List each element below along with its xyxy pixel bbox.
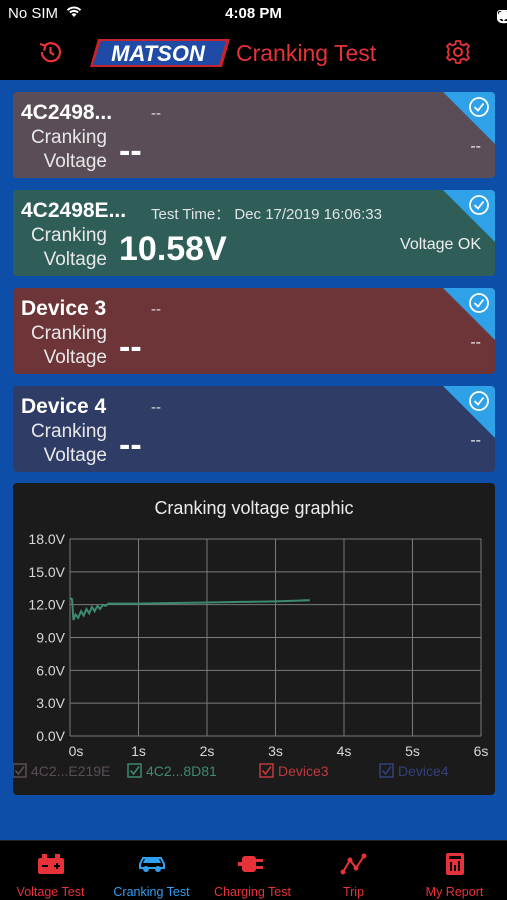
tab-label: Voltage Test <box>16 885 85 899</box>
y-tick-label: 3.0V <box>36 695 65 711</box>
x-tick-label: 2s <box>200 743 215 759</box>
tab-label: My Report <box>425 885 484 899</box>
check-icon[interactable] <box>443 190 495 242</box>
tab-charging-test[interactable]: Charging Test <box>202 841 303 900</box>
nav-bar: MATSON Cranking Test <box>0 28 507 78</box>
check-icon[interactable] <box>443 288 495 340</box>
check-icon <box>381 766 392 776</box>
legend-item[interactable]: 4C2...E219E <box>13 763 110 779</box>
legend-label: 4C2...8D81 <box>146 763 217 779</box>
y-tick-label: 12.0V <box>28 597 65 613</box>
status-bar: No SIM 4:08 PM 61% <box>0 0 507 28</box>
legend-label: Device4 <box>398 763 449 779</box>
battery-icon <box>38 854 64 874</box>
device-name: 4C2498... <box>21 101 113 124</box>
y-tick-label: 0.0V <box>36 728 65 744</box>
legend-checkbox[interactable] <box>259 763 274 778</box>
voltage-value: 10.58V <box>119 230 227 268</box>
x-tick-label: 6s <box>474 743 489 759</box>
plug-icon <box>238 856 263 872</box>
x-tick-label: 3s <box>268 743 283 759</box>
check-icon[interactable] <box>443 92 495 144</box>
gear-icon[interactable] <box>444 38 472 66</box>
page-title: Cranking Test <box>236 40 377 66</box>
battery-icon <box>497 10 507 22</box>
legend-label: Device3 <box>278 763 329 779</box>
tab-bar: Voltage Test Cranking Test Charging Test… <box>0 840 507 900</box>
check-icon <box>261 766 272 776</box>
tab-my-report[interactable]: My Report <box>404 841 505 900</box>
history-icon[interactable] <box>36 38 64 66</box>
cranking-voltage-label: Cranking Voltage <box>30 323 107 368</box>
legend-item[interactable]: Device4 <box>379 763 449 779</box>
device-card-2[interactable]: 4C2498E... Test Time： Dec 17/2019 16:06:… <box>13 190 495 276</box>
test-time: Test Time： Dec 17/2019 16:06:33 <box>151 206 382 223</box>
cranking-chart: 0.0V 3.0V 6.0V 9.0V 12.0V 15.0V 18.0V 0s 1s 2s 3s 4… <box>13 531 489 779</box>
tab-cranking-test[interactable]: Cranking Test <box>101 841 202 900</box>
cranking-graph-panel: Cranking voltage graphic 0.0V 3.0V 6.0V 9.0… <box>13 483 495 795</box>
report-icon <box>446 853 464 875</box>
x-tick-label: 1s <box>131 743 146 759</box>
matson-logo: MATSON <box>90 36 230 70</box>
voltage-series-line <box>69 597 310 621</box>
legend-checkbox[interactable] <box>127 763 142 778</box>
y-tick-label: 6.0V <box>36 662 65 678</box>
y-tick-label: 18.0V <box>28 531 65 547</box>
clock: 4:08 PM <box>225 5 282 22</box>
tab-label: Charging Test <box>214 885 291 899</box>
x-tick-label: 5s <box>405 743 420 759</box>
test-time: -- <box>151 301 161 318</box>
route-icon <box>340 853 367 875</box>
cranking-voltage-label: Cranking Voltage <box>30 421 107 466</box>
tab-trip[interactable]: Trip <box>303 841 404 900</box>
main-content: 4C2498... -- Cranking Voltage -- -- 4C249… <box>0 80 507 840</box>
x-tick-label: 4s <box>337 743 352 759</box>
tab-label: Trip <box>342 885 365 899</box>
test-time: -- <box>151 399 161 416</box>
svg-text:MATSON: MATSON <box>111 41 206 66</box>
cranking-voltage-label: Cranking Voltage <box>30 225 107 270</box>
tab-voltage-test[interactable]: Voltage Test <box>0 841 101 900</box>
legend-checkbox[interactable] <box>13 763 27 778</box>
device-name: 4C2498E... <box>21 199 127 222</box>
voltage-value: -- <box>119 328 142 366</box>
y-tick-label: 9.0V <box>36 630 65 646</box>
check-icon[interactable] <box>443 386 495 438</box>
legend-item[interactable]: Device3 <box>259 763 329 779</box>
device-name: Device 3 <box>21 297 107 320</box>
x-tick-label: 0s <box>69 743 84 759</box>
device-name: Device 4 <box>21 395 107 418</box>
device-card-1[interactable]: 4C2498... -- Cranking Voltage -- -- <box>13 92 495 178</box>
legend-checkbox[interactable] <box>379 763 394 778</box>
check-icon <box>14 766 25 776</box>
device-card-4[interactable]: Device 4 -- Cranking Voltage -- -- <box>13 386 495 472</box>
tab-label: Cranking Test <box>113 885 190 899</box>
check-icon <box>129 766 140 776</box>
voltage-value: -- <box>119 132 142 170</box>
legend-item[interactable]: 4C2...8D81 <box>127 763 217 779</box>
cranking-voltage-label: Cranking Voltage <box>30 127 107 172</box>
test-time: -- <box>151 105 161 122</box>
voltage-value: -- <box>119 426 142 464</box>
legend-label: 4C2...E219E <box>31 763 110 779</box>
y-tick-label: 15.0V <box>28 564 65 580</box>
device-card-3[interactable]: Device 3 -- Cranking Voltage -- -- <box>13 288 495 374</box>
car-icon <box>139 857 165 872</box>
